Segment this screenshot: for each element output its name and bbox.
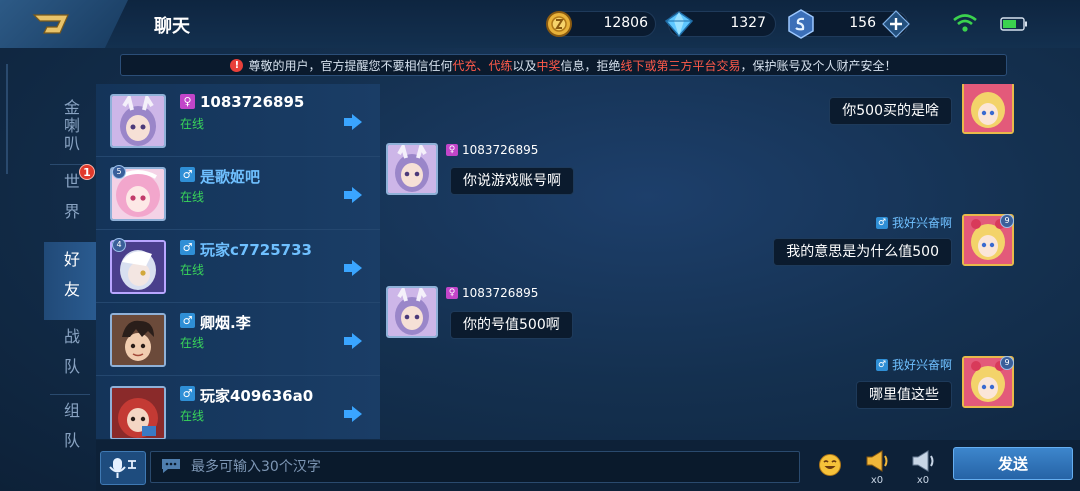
arrow-right-icon[interactable]: [344, 114, 362, 130]
unread-badge: 1: [79, 164, 95, 180]
notice-highlight-1: 代充、代练: [452, 58, 513, 73]
friends-list: ♀ 1083726895 在线 5 ♂ 是歌姬吧 在线 4 ♂ 玩家c77257…: [96, 84, 380, 439]
avatar: [110, 94, 166, 148]
message-bubble: 你的号值500啊: [450, 311, 573, 339]
friend-item[interactable]: ♂ 玩家409636a0 在线: [96, 376, 380, 439]
silver-horn-icon: [912, 450, 934, 472]
tab-gold-horn[interactable]: 金喇叭: [44, 88, 96, 164]
diamond-value: 1327: [730, 15, 766, 31]
tab-team[interactable]: 战队: [44, 322, 96, 394]
level-badge: 5: [112, 165, 126, 179]
avatar: [110, 386, 166, 439]
level-badge: 9: [1000, 214, 1014, 228]
voice-icon: [109, 458, 136, 478]
wifi-icon: [952, 13, 978, 33]
online-status: 在线: [180, 263, 205, 277]
friend-name: 玩家409636a0: [200, 387, 314, 405]
gold-horn-icon: [866, 450, 888, 472]
friend-item[interactable]: 5 ♂ 是歌姬吧 在线: [96, 157, 380, 230]
online-status: 在线: [180, 336, 205, 350]
tab-label: 战队: [61, 328, 80, 388]
tab-label: 世界: [61, 173, 80, 233]
notice-text-1: 尊敬的用户，官方提醒您不要相信任何: [248, 58, 453, 73]
channel-tabs: 金喇叭 世界 1 好友 战队 组队: [44, 86, 96, 466]
notice-text-2: 以及: [512, 58, 537, 73]
arrow-right-icon[interactable]: [344, 260, 362, 276]
notice-highlight-2: 中奖: [536, 58, 561, 73]
notice-text-4: ，保护账号及个人财产安全！: [740, 58, 897, 73]
sender-name: ♂ 我好兴奋啊: [875, 358, 952, 372]
back-arrow-icon: [32, 14, 69, 34]
battery-icon: [1000, 16, 1028, 31]
chat-bubble-icon: [160, 458, 182, 478]
gold-horn-button[interactable]: x0: [862, 448, 892, 490]
security-notice: ! 尊敬的用户，官方提醒您不要相信任何 代充、代练 以及 中奖 信息，拒绝 线下或第三方平…: [120, 54, 1007, 76]
friend-item[interactable]: ♂ 卿烟.李 在线: [96, 303, 380, 376]
notice-text-3: 信息，拒绝: [560, 58, 621, 73]
arrow-right-icon[interactable]: [344, 406, 362, 422]
send-button[interactable]: 发送: [953, 447, 1073, 480]
friend-name: 玩家c7725733: [200, 241, 312, 259]
message-bubble: 你说游戏账号啊: [450, 167, 574, 195]
gold-horn-count: x0: [870, 475, 884, 486]
message-bubble: 我的意思是为什么值500: [773, 238, 952, 266]
sender-name: ♀ 1083726895: [446, 286, 538, 300]
friend-name: 是歌姬吧: [200, 168, 261, 186]
online-status: 在线: [180, 409, 205, 423]
online-status: 在线: [180, 117, 205, 131]
plus-icon[interactable]: [882, 10, 910, 38]
level-badge: 4: [112, 238, 126, 252]
message-bubble: 哪里值这些: [856, 381, 952, 409]
gold-value: 12806: [603, 15, 648, 31]
tab-squad[interactable]: 组队: [44, 396, 96, 468]
friend-item[interactable]: ♀ 1083726895 在线: [96, 84, 380, 157]
message-input[interactable]: [150, 451, 800, 483]
voucher-value: 156: [849, 15, 876, 31]
male-icon: ♂: [180, 167, 195, 182]
sender-avatar[interactable]: [386, 143, 438, 195]
warning-icon: !: [230, 58, 244, 72]
male-icon: ♂: [875, 216, 888, 229]
tab-label: 组队: [61, 402, 80, 462]
my-avatar[interactable]: [962, 84, 1014, 134]
arrow-right-icon[interactable]: [344, 333, 362, 349]
friend-name: 1083726895: [200, 93, 305, 111]
sender-avatar[interactable]: [386, 286, 438, 338]
sender-name: ♂ 我好兴奋啊: [875, 216, 952, 230]
chat-panel: 你500买的是啥 ♀ 1083726895 你说游戏账号啊 ♂ 我好兴奋啊 我的…: [382, 84, 1080, 439]
page-title: 聊天: [154, 16, 190, 37]
male-icon: ♂: [180, 386, 195, 401]
arrow-right-icon[interactable]: [344, 187, 362, 203]
female-icon: ♀: [446, 144, 458, 156]
tab-label: 好友: [61, 251, 80, 311]
avatar: [110, 313, 166, 367]
voucher-icon: [786, 8, 816, 40]
emoji-icon[interactable]: [818, 453, 842, 477]
message-bubble: 你500买的是啥: [829, 97, 952, 125]
side-panel-edge: [0, 64, 8, 174]
tab-friends[interactable]: 好友: [44, 242, 96, 320]
sender-name: ♀ 1083726895: [446, 143, 538, 157]
female-icon: ♀: [446, 287, 458, 299]
voice-toggle-button[interactable]: [100, 451, 146, 485]
level-badge: 9: [1000, 356, 1014, 370]
silver-horn-button[interactable]: x0: [908, 448, 938, 490]
silver-horn-count: x0: [916, 475, 930, 486]
male-icon: ♂: [875, 358, 888, 371]
male-icon: ♂: [180, 240, 195, 255]
friend-name: 卿烟.李: [200, 314, 251, 332]
friend-item[interactable]: 4 ♂ 玩家c7725733 在线: [96, 230, 380, 303]
diamond-icon: [664, 9, 694, 39]
female-icon: ♀: [180, 94, 195, 109]
notice-highlight-3: 线下或第三方平台交易: [620, 58, 741, 73]
male-icon: ♂: [180, 313, 195, 328]
gold-coin-icon: [544, 9, 574, 39]
tab-label: 金喇叭: [61, 99, 80, 153]
online-status: 在线: [180, 190, 205, 204]
